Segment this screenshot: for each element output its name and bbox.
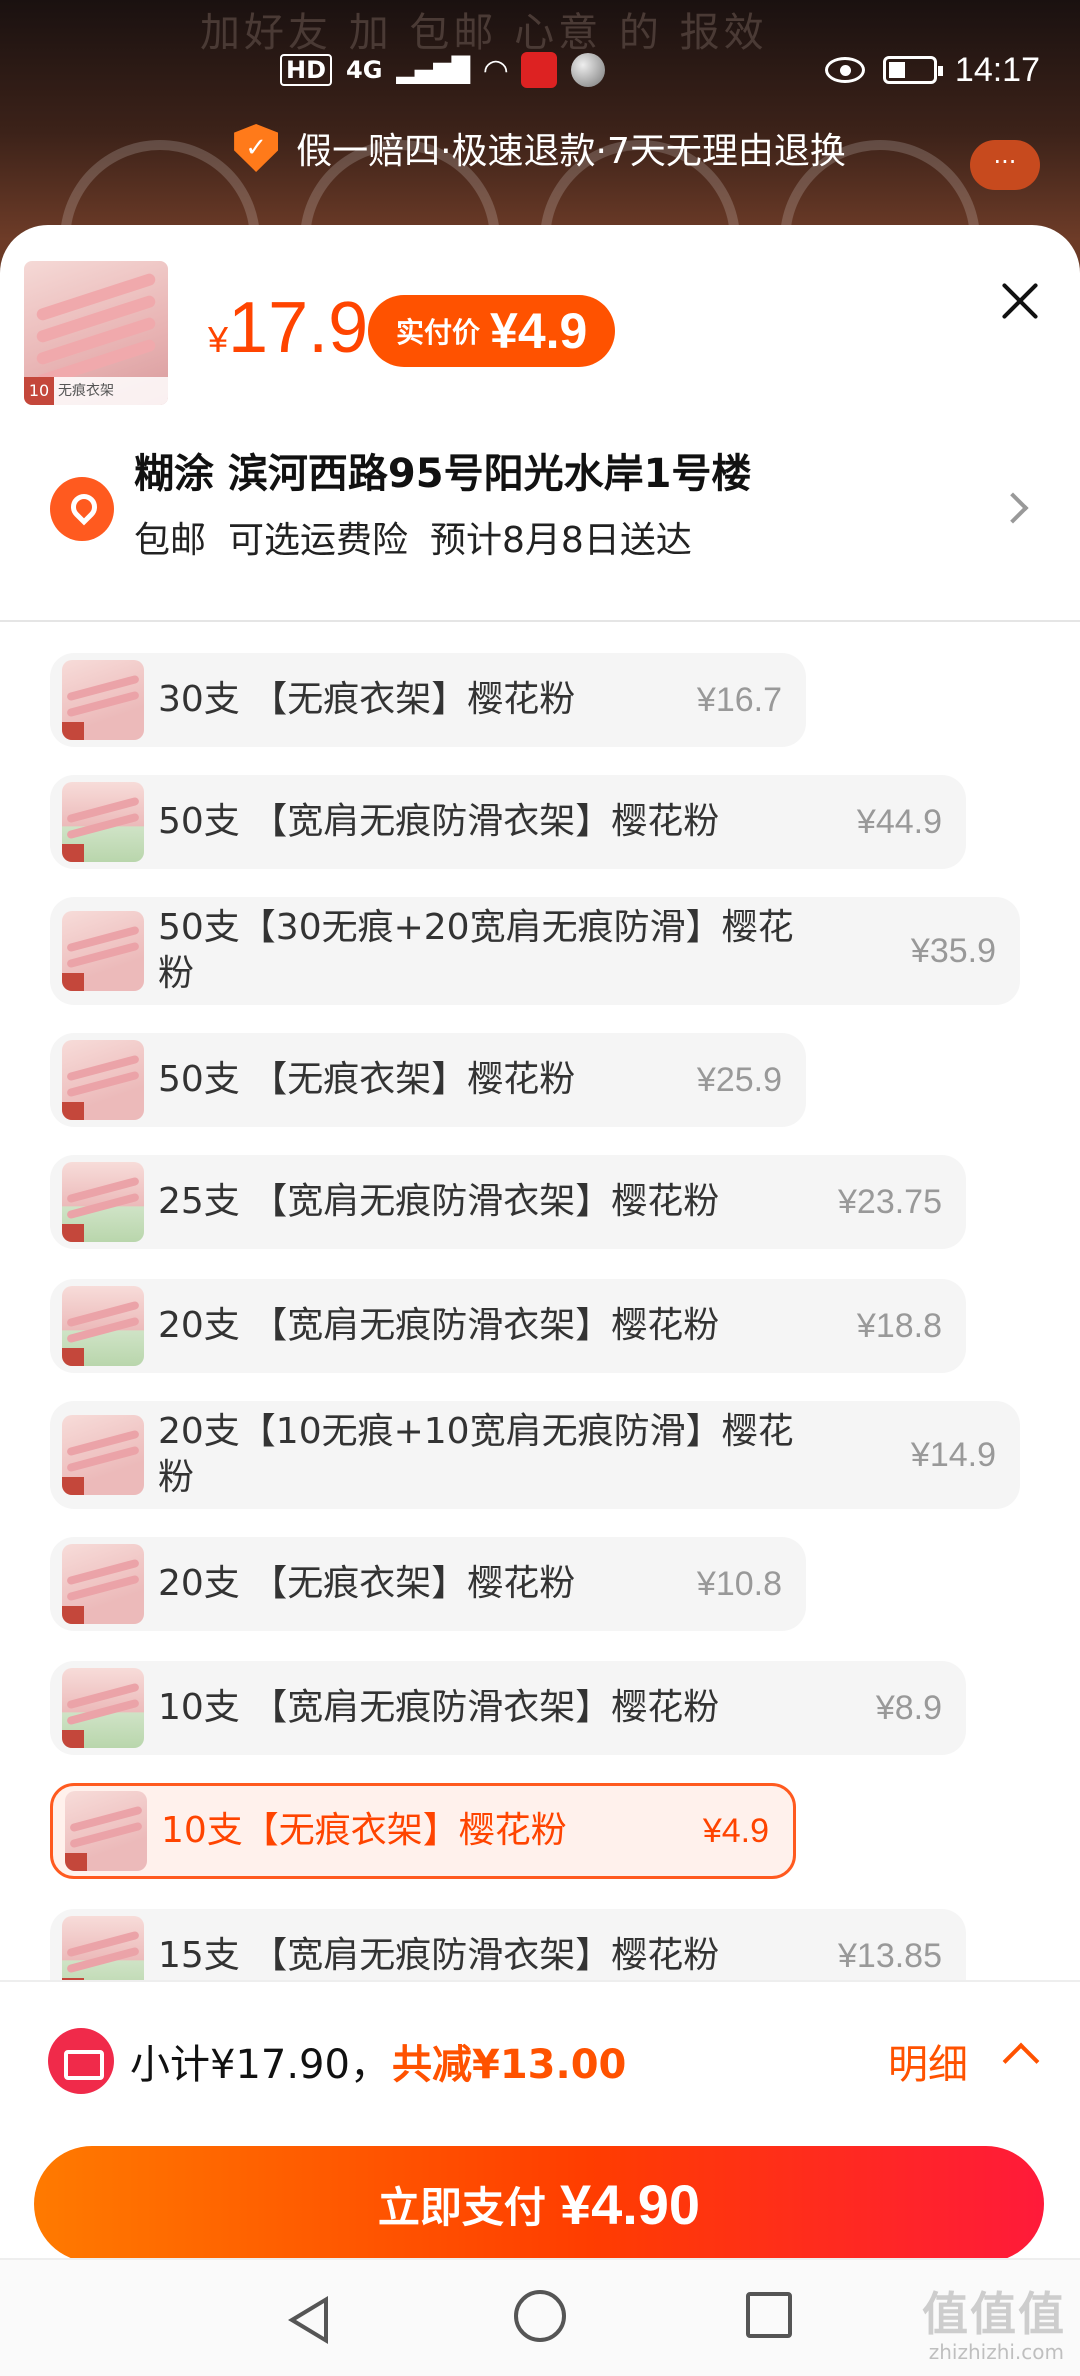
sku-name: 50支 【无痕衣架】樱花粉 [158, 1059, 576, 1100]
watermark-url: zhizhizhi.com [928, 2340, 1064, 2364]
sku-price: ¥35.9 [910, 931, 996, 970]
eye-comfort-icon [824, 57, 865, 83]
sku-name: 10支【无痕衣架】樱花粉 [161, 1810, 567, 1851]
sku-name: 50支【30无痕+20宽肩无痕防滑】樱花粉 [158, 907, 794, 994]
delivery-estimate: 预计8月8日送达 [430, 520, 692, 561]
sku-price: ¥8.9 [875, 1688, 942, 1727]
sheet-header: 无痕衣架 10 ¥17.9 实付价 ¥4.9 糊涂 滨河西路95号阳光水岸1号楼… [0, 225, 1080, 625]
address-line: 糊涂 滨河西路95号阳光水岸1号楼 [134, 451, 752, 497]
sku-name: 30支 【无痕衣架】樱花粉 [158, 679, 576, 720]
home-icon[interactable] [514, 2290, 566, 2342]
sku-name: 10支 【宽肩无痕防滑衣架】樱花粉 [158, 1687, 720, 1728]
sku-price: ¥4.9 [702, 1811, 769, 1850]
checkout-sheet: 无痕衣架 10 ¥17.9 实付价 ¥4.9 糊涂 滨河西路95号阳光水岸1号楼… [0, 225, 1080, 2376]
sku-option[interactable]: 15支 【宽肩无痕防滑衣架】樱花粉 ¥13.85 [50, 1909, 966, 1980]
price-symbol: ¥ [208, 319, 229, 360]
thumbnail-count: 10 [24, 377, 54, 405]
chevron-up-icon[interactable] [1002, 2042, 1040, 2080]
product-thumbnail[interactable]: 无痕衣架 10 [24, 261, 168, 405]
wifi-icon: ◠ [484, 52, 508, 88]
shipping-insurance-label: 可选运费险 [228, 520, 409, 561]
watermark: 值值值 [922, 2287, 1066, 2341]
original-price: ¥17.9 [208, 287, 368, 369]
clock: 14:17 [954, 50, 1040, 89]
app-notification-icon [521, 52, 558, 88]
guarantee-text: 假一赔四·极速退款·7天无理由退换 [296, 131, 846, 172]
close-icon[interactable] [998, 279, 1042, 323]
recents-icon[interactable] [746, 2292, 792, 2338]
header-divider [0, 620, 1080, 622]
sku-option[interactable]: 20支 【宽肩无痕防滑衣架】樱花粉 ¥18.8 [50, 1279, 966, 1373]
price-detail-link[interactable]: 明细 [888, 2032, 968, 2090]
sku-name: 20支【10无痕+10宽肩无痕防滑】樱花粉 [158, 1411, 794, 1498]
sku-price: ¥14.9 [910, 1435, 996, 1474]
sku-name: 20支 【宽肩无痕防滑衣架】樱花粉 [158, 1305, 720, 1346]
discount-text: 共减¥13.00 [392, 2042, 627, 2088]
sku-price: ¥23.75 [838, 1182, 942, 1221]
subtotal-text: 小计¥17.90， [130, 2042, 390, 2088]
guarantee-banner: ✓ 假一赔四·极速退款·7天无理由退换 [0, 118, 1080, 178]
system-navigation-bar: 值值值 zhizhizhi.com [0, 2258, 1080, 2376]
shipping-address[interactable]: 糊涂 滨河西路95号阳光水岸1号楼 包邮 可选运费险 预计8月8日送达 [0, 425, 1080, 595]
sku-option-list[interactable]: 30支 【无痕衣架】樱花粉 ¥16.7 50支 【宽肩无痕防滑衣架】樱花粉 ¥4… [0, 623, 1080, 1980]
sku-price: ¥44.9 [856, 802, 942, 841]
sku-option[interactable]: 50支 【宽肩无痕防滑衣架】樱花粉 ¥44.9 [50, 775, 966, 869]
shipping-info: 包邮 可选运费险 预计8月8日送达 [134, 511, 692, 563]
sku-option[interactable]: 10支 【宽肩无痕防滑衣架】樱花粉 ¥8.9 [50, 1661, 966, 1755]
more-menu-icon[interactable]: ··· [970, 140, 1040, 190]
sku-option[interactable]: 20支 【无痕衣架】樱花粉 ¥10.8 [50, 1537, 806, 1631]
pay-now-label: 立即支付 [377, 2182, 546, 2232]
pay-now-amount: ¥4.90 [559, 2172, 701, 2236]
sku-price: ¥13.85 [838, 1936, 942, 1975]
actual-price-label: 实付价 [396, 316, 481, 349]
sku-name: 20支 【无痕衣架】樱花粉 [158, 1563, 576, 1604]
sku-option[interactable]: 30支 【无痕衣架】樱花粉 ¥16.7 [50, 653, 806, 747]
sku-name: 50支 【宽肩无痕防滑衣架】樱花粉 [158, 801, 720, 842]
actual-price-amount: ¥4.9 [490, 303, 588, 359]
price-value: 17.9 [228, 288, 369, 368]
sku-option-selected[interactable]: 10支【无痕衣架】樱花粉 ¥4.9 [50, 1783, 796, 1879]
sku-option[interactable]: 25支 【宽肩无痕防滑衣架】樱花粉 ¥23.75 [50, 1155, 966, 1249]
sku-price: ¥18.8 [856, 1306, 942, 1345]
hd-indicator: HD [280, 54, 333, 86]
network-indicator: 4G [346, 56, 383, 84]
footer-divider [0, 1980, 1080, 1982]
battery-icon [882, 56, 943, 84]
shield-icon: ✓ [234, 124, 279, 172]
sku-price: ¥25.9 [696, 1060, 782, 1099]
actual-price-pill: 实付价 ¥4.9 [368, 295, 616, 367]
sku-name: 15支 【宽肩无痕防滑衣架】樱花粉 [158, 1935, 720, 1976]
chevron-right-icon [997, 492, 1029, 524]
sku-option[interactable]: 20支【10无痕+10宽肩无痕防滑】樱花粉 ¥14.9 [50, 1401, 1020, 1509]
coupon-icon [48, 2028, 114, 2094]
free-shipping-label: 包邮 [134, 520, 207, 561]
sku-price: ¥10.8 [696, 1564, 782, 1603]
sku-option[interactable]: 50支 【无痕衣架】樱花粉 ¥25.9 [50, 1033, 806, 1127]
location-pin-icon [50, 477, 114, 541]
sku-price: ¥16.7 [696, 680, 782, 719]
sku-option[interactable]: 50支【30无痕+20宽肩无痕防滑】樱花粉 ¥35.9 [50, 897, 1020, 1005]
back-icon[interactable] [288, 2296, 328, 2344]
sku-name: 25支 【宽肩无痕防滑衣架】樱花粉 [158, 1181, 720, 1222]
pay-now-button[interactable]: 立即支付 ¥4.90 [34, 2146, 1044, 2262]
signal-bars-icon: ▂▄▆█ [396, 56, 471, 84]
floating-ball-icon [571, 53, 606, 87]
